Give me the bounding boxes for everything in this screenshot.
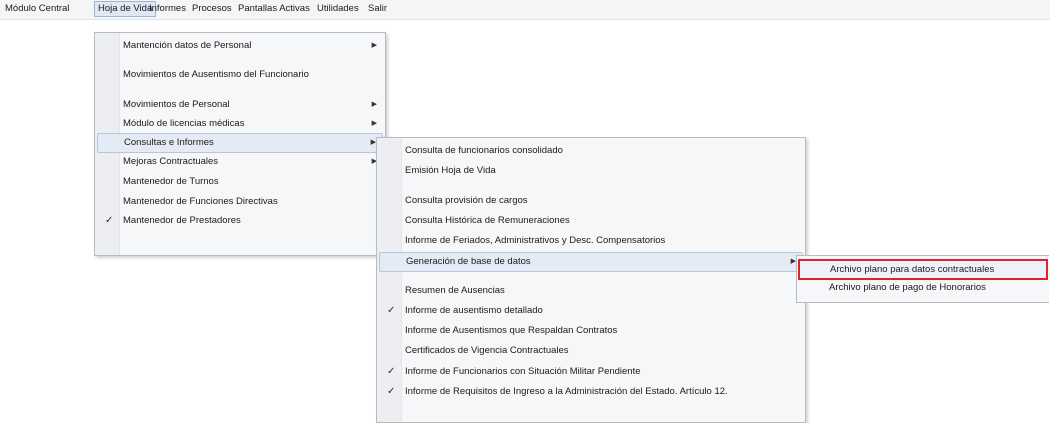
menu-item-consultas-informes[interactable]: Consultas e Informes ▶ bbox=[97, 133, 383, 153]
menu-item-modulo-licencias[interactable]: Módulo de licencias médicas ▶ bbox=[97, 115, 383, 133]
menu-item-label: Consultas e Informes bbox=[124, 137, 214, 148]
menu-item-label: Mejoras Contractuales bbox=[123, 156, 219, 167]
menu-bar: Módulo Central Hoja de Vida Informes Pro… bbox=[0, 0, 1050, 20]
check-icon: ✓ bbox=[387, 366, 396, 377]
menu-item-emision-hoja-vida[interactable]: Emisión Hoja de Vida bbox=[379, 162, 803, 180]
menu-item-label: Certificados de Vigencia Contractuales bbox=[405, 345, 569, 356]
menu-informes[interactable]: Informes bbox=[146, 2, 189, 16]
menu-item-label: Emisión Hoja de Vida bbox=[405, 165, 496, 176]
menu-item-label: Mantenedor de Turnos bbox=[123, 176, 219, 187]
menu-salir[interactable]: Salir bbox=[365, 2, 390, 16]
menu-item-label: Módulo de licencias médicas bbox=[123, 118, 245, 129]
menu-modulo-central[interactable]: Módulo Central bbox=[2, 2, 72, 16]
menu-item-informe-ausentismos-contratos[interactable]: Informe de Ausentismos que Respaldan Con… bbox=[379, 322, 803, 340]
menu-item-mantenedor-funciones-directivas[interactable]: Mantenedor de Funciones Directivas bbox=[97, 193, 383, 211]
menu-item-mantenedor-prestadores[interactable]: ✓ Mantenedor de Prestadores bbox=[97, 212, 383, 230]
menu-item-consulta-historica-remuneraciones[interactable]: Consulta Histórica de Remuneraciones bbox=[379, 212, 803, 230]
menu-item-label: Mantenedor de Funciones Directivas bbox=[123, 196, 278, 207]
menu-item-certificados-vigencia[interactable]: Certificados de Vigencia Contractuales bbox=[379, 342, 803, 360]
submenu-arrow-icon: ▶ bbox=[371, 42, 377, 49]
hoja-de-vida-dropdown: Mantención datos de Personal ▶ Movimient… bbox=[94, 32, 386, 256]
menu-item-label: Archivo plano para datos contractuales bbox=[830, 264, 995, 275]
menu-item-label: Consulta Histórica de Remuneraciones bbox=[405, 215, 570, 226]
menu-item-movimientos-personal[interactable]: Movimientos de Personal ▶ bbox=[97, 96, 383, 114]
menu-item-label: Mantenedor de Prestadores bbox=[123, 215, 241, 226]
menu-item-label: Informe de Requisitos de Ingreso a la Ad… bbox=[405, 386, 728, 397]
menu-item-movimientos-ausentismo[interactable]: Movimientos de Ausentismo del Funcionari… bbox=[97, 66, 383, 84]
menu-item-label: Informe de Funcionarios con Situación Mi… bbox=[405, 366, 641, 377]
menu-item-mantencion-datos-personal[interactable]: Mantención datos de Personal ▶ bbox=[97, 37, 383, 55]
menu-item-mantenedor-turnos[interactable]: Mantenedor de Turnos bbox=[97, 173, 383, 191]
menu-item-resumen-ausencias[interactable]: Resumen de Ausencias bbox=[379, 282, 803, 300]
menu-item-label: Movimientos de Personal bbox=[123, 99, 230, 110]
menu-item-label: Consulta provisión de cargos bbox=[405, 195, 528, 206]
consultas-informes-submenu: Consulta de funcionarios consolidado Emi… bbox=[376, 137, 806, 423]
menu-item-label: Informe de Ausentismos que Respaldan Con… bbox=[405, 325, 618, 336]
menu-item-label: Mantención datos de Personal bbox=[123, 40, 252, 51]
menu-item-informe-situacion-militar[interactable]: ✓ Informe de Funcionarios con Situación … bbox=[379, 363, 803, 381]
menu-item-label: Archivo plano de pago de Honorarios bbox=[829, 282, 986, 293]
menu-item-label: Movimientos de Ausentismo del Funcionari… bbox=[123, 69, 309, 80]
menu-utilidades[interactable]: Utilidades bbox=[314, 2, 362, 16]
menu-item-mejoras-contractuales[interactable]: Mejoras Contractuales ▶ bbox=[97, 153, 383, 171]
menu-item-consulta-provision-cargos[interactable]: Consulta provisión de cargos bbox=[379, 192, 803, 210]
check-icon: ✓ bbox=[387, 305, 396, 316]
menu-item-label: Consulta de funcionarios consolidado bbox=[405, 145, 563, 156]
menu-item-consulta-funcionarios[interactable]: Consulta de funcionarios consolidado bbox=[379, 142, 803, 160]
menu-item-informe-ausentismo-detallado[interactable]: ✓ Informe de ausentismo detallado bbox=[379, 302, 803, 320]
menu-item-label: Informe de ausentismo detallado bbox=[405, 305, 543, 316]
menu-item-informe-feriados[interactable]: Informe de Feriados, Administrativos y D… bbox=[379, 232, 803, 250]
menu-item-label: Resumen de Ausencias bbox=[405, 285, 505, 296]
menu-procesos[interactable]: Procesos bbox=[189, 2, 235, 16]
generacion-base-datos-submenu: Archivo plano para datos contractuales A… bbox=[796, 255, 1049, 303]
menu-item-archivo-plano-honorarios[interactable]: Archivo plano de pago de Honorarios bbox=[799, 279, 1047, 297]
menu-item-generacion-base-datos[interactable]: Generación de base de datos ▶ bbox=[379, 252, 803, 272]
check-icon: ✓ bbox=[105, 215, 114, 226]
menu-item-informe-requisitos-ingreso[interactable]: ✓ Informe de Requisitos de Ingreso a la … bbox=[379, 383, 803, 401]
menu-pantallas-activas[interactable]: Pantallas Activas bbox=[235, 2, 313, 16]
check-icon: ✓ bbox=[387, 386, 396, 397]
menu-item-archivo-plano-contractuales[interactable]: Archivo plano para datos contractuales bbox=[798, 259, 1048, 280]
submenu-arrow-icon: ▶ bbox=[371, 120, 377, 127]
menu-item-label: Informe de Feriados, Administrativos y D… bbox=[405, 235, 666, 246]
submenu-arrow-icon: ▶ bbox=[371, 101, 377, 108]
menu-item-label: Generación de base de datos bbox=[406, 256, 531, 267]
